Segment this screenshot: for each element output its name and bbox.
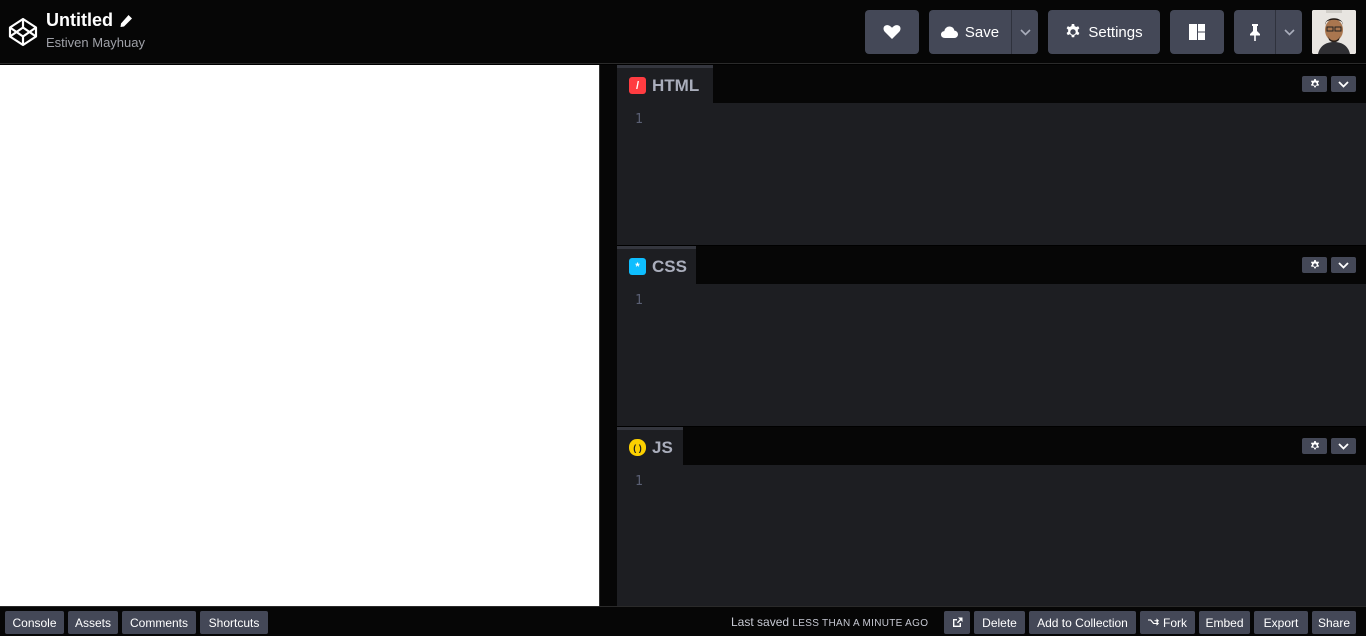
- css-editor: * CSS 1: [617, 246, 1366, 426]
- heart-icon: [883, 25, 901, 39]
- css-editor-tab[interactable]: * CSS: [617, 246, 696, 284]
- comments-button[interactable]: Comments: [122, 611, 196, 634]
- line-number: 1: [635, 112, 643, 127]
- css-collapse-button[interactable]: [1331, 257, 1356, 273]
- codepen-logo-icon[interactable]: [8, 17, 38, 47]
- save-label: Save: [964, 23, 1000, 41]
- fork-label: Fork: [1163, 615, 1187, 630]
- chevron-down-icon: [1283, 28, 1295, 36]
- delete-button[interactable]: Delete: [974, 611, 1025, 634]
- save-button[interactable]: Save: [929, 10, 1011, 54]
- last-saved-label: Last saved: [731, 615, 790, 629]
- js-editor: ( ) JS 1: [617, 427, 1366, 606]
- pin-icon: [1249, 23, 1260, 41]
- pen-title[interactable]: Untitled: [46, 10, 113, 31]
- change-view-button[interactable]: [1170, 10, 1224, 54]
- export-button[interactable]: Export: [1254, 611, 1308, 634]
- js-settings-button[interactable]: [1302, 438, 1327, 454]
- result-preview-pane[interactable]: [0, 65, 599, 606]
- bottom-bar: Console Assets Comments Shortcuts Last s…: [0, 606, 1366, 636]
- pencil-edit-icon[interactable]: [119, 14, 133, 28]
- fork-button[interactable]: Fork: [1140, 611, 1195, 634]
- css-editor-title: CSS: [652, 256, 687, 276]
- settings-label: Settings: [1088, 23, 1143, 41]
- css-icon: *: [629, 258, 646, 275]
- js-editor-tab[interactable]: ( ) JS: [617, 427, 683, 465]
- pin-options-dropdown[interactable]: [1275, 10, 1302, 54]
- user-avatar[interactable]: [1312, 10, 1356, 54]
- gear-icon: [1310, 79, 1319, 88]
- assets-button[interactable]: Assets: [68, 611, 118, 634]
- like-button[interactable]: [865, 10, 919, 54]
- html-collapse-button[interactable]: [1331, 76, 1356, 92]
- css-editor-header: * CSS: [617, 246, 1366, 284]
- pin-button[interactable]: [1234, 10, 1275, 54]
- pen-author[interactable]: Estiven Mayhuay: [46, 35, 145, 50]
- user-avatar-image: [1312, 10, 1356, 54]
- chevron-down-icon: [1338, 261, 1349, 269]
- gear-icon: [1310, 441, 1319, 450]
- pen-title-area: Untitled Estiven Mayhuay: [46, 10, 145, 50]
- add-to-collection-button[interactable]: Add to Collection: [1029, 611, 1136, 634]
- html-editor-title: HTML: [652, 75, 700, 95]
- html-editor-header: / HTML: [617, 65, 1366, 103]
- html-settings-button[interactable]: [1302, 76, 1327, 92]
- js-collapse-button[interactable]: [1331, 438, 1356, 454]
- line-number: 1: [635, 293, 643, 308]
- layout-icon: [1189, 24, 1205, 40]
- gear-icon: [1310, 260, 1319, 269]
- settings-button[interactable]: Settings: [1048, 10, 1160, 54]
- html-icon: /: [629, 77, 646, 94]
- js-icon: ( ): [629, 439, 646, 456]
- js-editor-header: ( ) JS: [617, 427, 1366, 465]
- chevron-down-icon: [1338, 442, 1349, 450]
- html-editor: / HTML 1: [617, 65, 1366, 245]
- embed-button[interactable]: Embed: [1199, 611, 1250, 634]
- share-button[interactable]: Share: [1312, 611, 1356, 634]
- chevron-down-icon: [1338, 80, 1349, 88]
- last-saved-time: LESS THAN A MINUTE AGO: [792, 618, 929, 629]
- gear-icon: [1066, 24, 1080, 38]
- cloud-icon: [940, 26, 958, 38]
- open-external-button[interactable]: [944, 611, 970, 634]
- fork-icon: [1148, 617, 1159, 626]
- last-saved-status: Last saved LESS THAN A MINUTE AGO: [731, 615, 928, 629]
- external-link-icon: [952, 617, 962, 627]
- shortcuts-button[interactable]: Shortcuts: [200, 611, 268, 634]
- top-bar: Untitled Estiven Mayhuay Save Settings: [0, 0, 1366, 64]
- chevron-down-icon: [1019, 28, 1031, 36]
- js-editor-title: JS: [652, 437, 673, 457]
- line-number: 1: [635, 474, 643, 489]
- html-editor-tab[interactable]: / HTML: [617, 65, 713, 103]
- resize-handle[interactable]: [599, 65, 617, 606]
- css-settings-button[interactable]: [1302, 257, 1327, 273]
- save-options-dropdown[interactable]: [1011, 10, 1038, 54]
- console-button[interactable]: Console: [5, 611, 64, 634]
